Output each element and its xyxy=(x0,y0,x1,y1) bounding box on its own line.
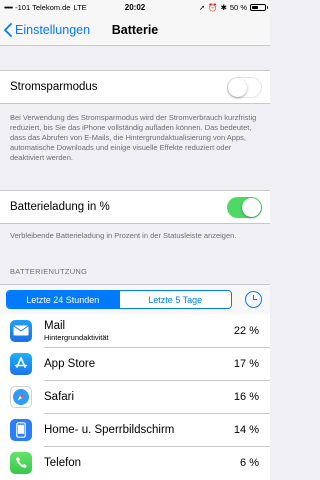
battery-percent-setting-label: Batterieladung in % xyxy=(10,201,110,213)
low-power-footnote: Bei Verwendung des Stromsparmodus wird d… xyxy=(10,113,257,162)
toggle-knob xyxy=(228,77,247,97)
app-usage-percent: 22 % xyxy=(233,324,259,337)
signal-icon: ••••• xyxy=(4,2,13,12)
safari-icon xyxy=(10,385,32,408)
status-bar: ••••• -101 Telekom.de LTE 20:02 ➚ ⏰ ✱ 50… xyxy=(0,0,270,14)
network-label: LTE xyxy=(73,2,87,12)
list-item-home-lock-screen[interactable]: Home- u. Sperrbildschirm 14 % xyxy=(0,413,270,446)
alarm-icon: ⏰ xyxy=(208,2,218,12)
app-usage-percent: 14 % xyxy=(233,423,259,436)
battery-usage-header: BATTERIENUTZUNG xyxy=(10,267,88,276)
battery-percent-toggle[interactable] xyxy=(227,196,262,218)
segment-last-5-days[interactable]: Letzte 5 Tage xyxy=(118,291,231,308)
mail-icon xyxy=(10,319,32,342)
phone-icon xyxy=(10,451,32,474)
list-item-safari[interactable]: Safari 16 % xyxy=(0,380,270,413)
toggle-knob xyxy=(242,197,261,217)
usage-period-segmented-control: Letzte 24 Stunden Letzte 5 Tage xyxy=(6,290,232,309)
back-button[interactable]: Einstellungen xyxy=(4,23,90,37)
app-usage-percent: 17 % xyxy=(233,357,259,370)
app-name: Telefon xyxy=(44,456,82,469)
low-power-group: Stromsparmodus xyxy=(0,70,270,104)
back-button-label: Einstellungen xyxy=(15,22,91,37)
navigation-bar: Einstellungen Batterie xyxy=(0,14,270,46)
low-power-toggle[interactable] xyxy=(227,76,262,98)
battery-icon xyxy=(250,3,268,11)
battery-fill xyxy=(252,5,258,9)
clock-icon[interactable] xyxy=(245,291,262,308)
app-name: Mail xyxy=(44,319,66,332)
app-name: App Store xyxy=(44,357,96,370)
app-usage-list: Mail Hintergrundaktivität 22 % App Store… xyxy=(0,314,270,480)
list-item-app-store[interactable]: App Store 17 % xyxy=(0,347,270,380)
chevron-left-icon xyxy=(4,22,12,37)
app-usage-percent: 6 % xyxy=(240,456,259,469)
battery-percent-label: 50 % xyxy=(229,2,247,12)
list-item-mail[interactable]: Mail Hintergrundaktivität 22 % xyxy=(0,314,270,347)
app-store-icon xyxy=(10,352,32,375)
carrier-label: -101 Telekom.de xyxy=(15,2,71,12)
app-usage-percent: 16 % xyxy=(233,390,259,403)
location-icon: ➚ xyxy=(198,2,206,12)
bluetooth-icon: ✱ xyxy=(220,2,227,12)
iphone-icon xyxy=(10,418,32,441)
app-subtitle: Hintergrundaktivität xyxy=(44,332,109,342)
low-power-label: Stromsparmodus xyxy=(10,81,98,93)
list-item-phone[interactable]: Telefon 6 % xyxy=(0,446,270,479)
battery-percent-footnote: Verbleibende Batterieladung in Prozent i… xyxy=(10,231,237,240)
app-name: Home- u. Sperrbildschirm xyxy=(44,423,175,436)
usage-period-bar: Letzte 24 Stunden Letzte 5 Tage xyxy=(0,284,270,314)
app-name: Safari xyxy=(44,390,75,403)
segment-last-24-hours[interactable]: Letzte 24 Stunden xyxy=(7,291,119,308)
battery-percent-group: Batterieladung in % xyxy=(0,190,270,224)
